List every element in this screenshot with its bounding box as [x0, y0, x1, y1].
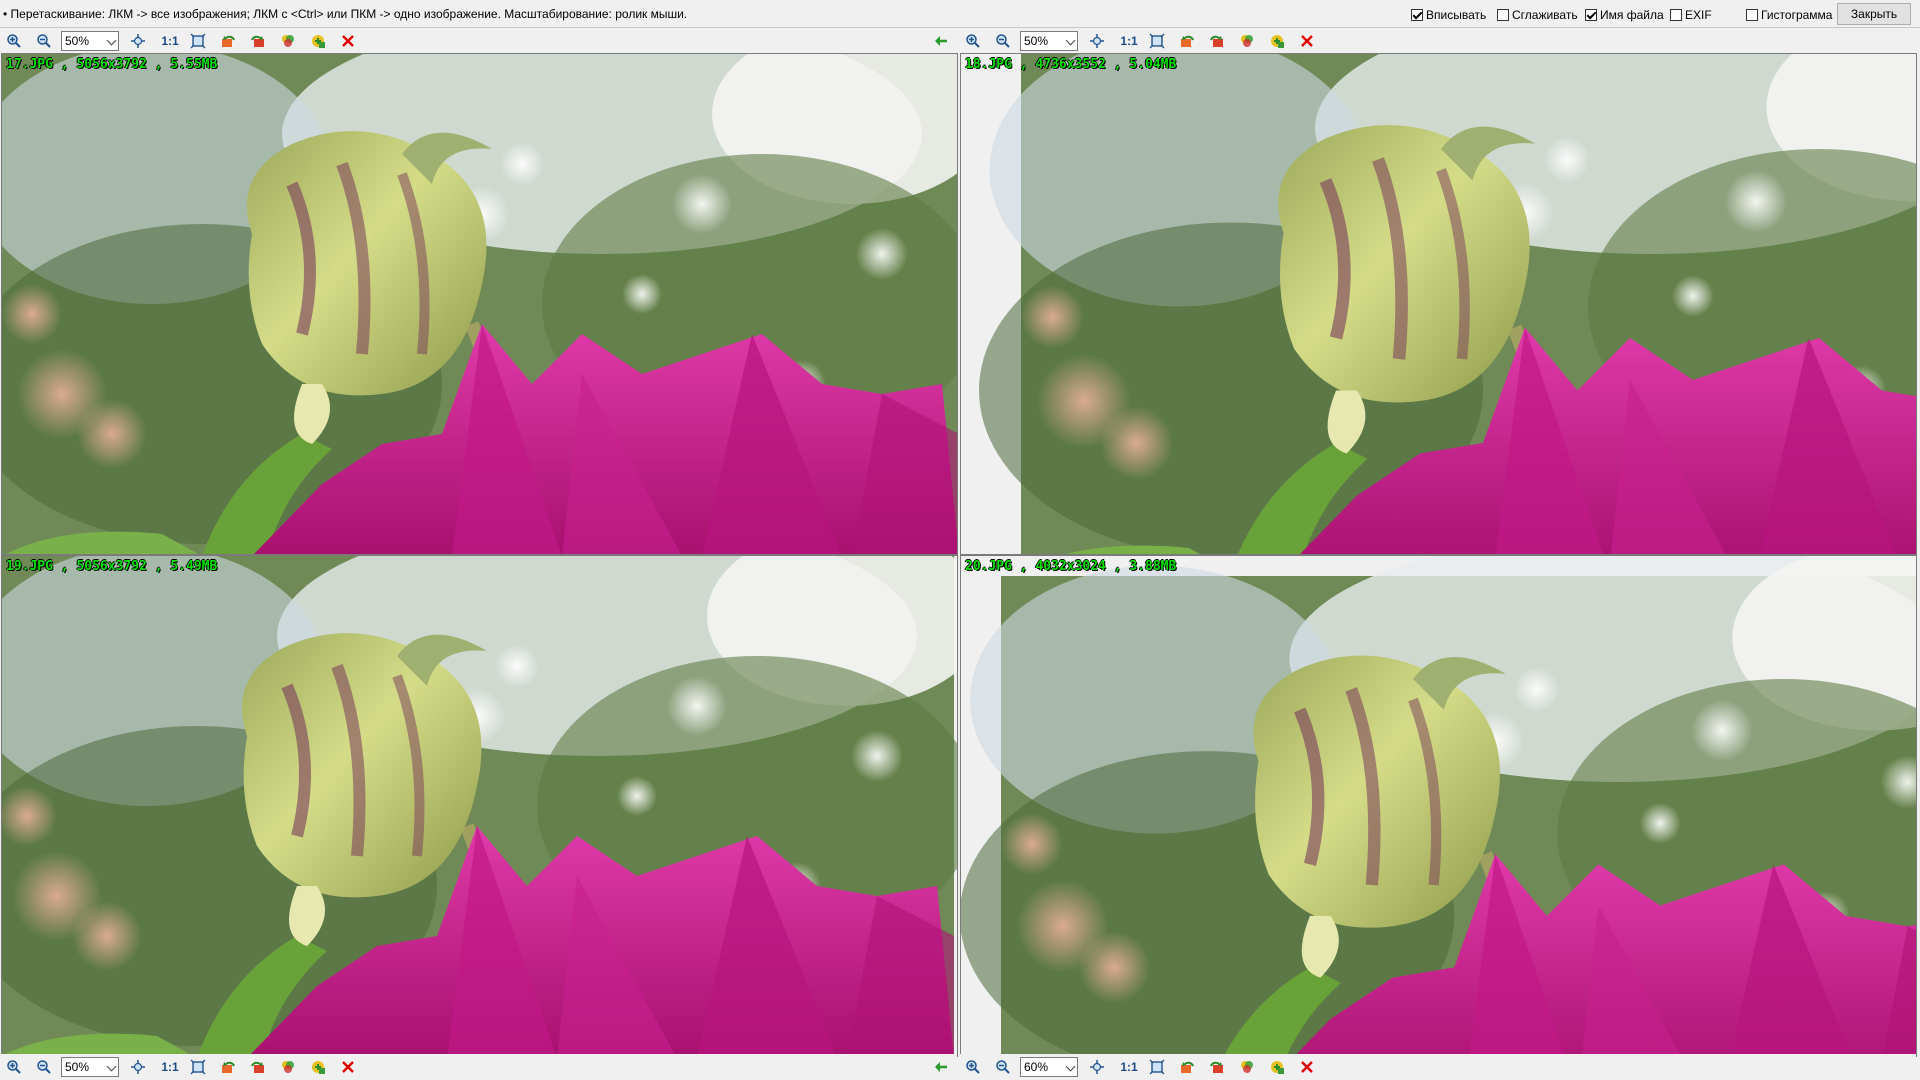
zoom-out-icon[interactable] — [35, 32, 53, 50]
checkbox-histogram[interactable] — [1746, 9, 1758, 21]
rotate-right-icon[interactable] — [249, 32, 267, 50]
checkbox-filename[interactable] — [1585, 9, 1597, 21]
sync-arrow-icon[interactable] — [932, 32, 950, 50]
fit-window-icon[interactable] — [1148, 32, 1166, 50]
chevron-down-icon — [106, 35, 117, 46]
close-button[interactable]: Закрыть — [1837, 3, 1911, 25]
image-pane-1[interactable]: 17.JPG , 5056x3792 , 5.55MB — [1, 53, 958, 555]
option-smooth-label: Сглаживать — [1512, 8, 1578, 22]
filename-label: 17.JPG , 5056x3792 , 5.55MB — [6, 57, 218, 72]
save-icon[interactable] — [309, 1058, 327, 1076]
zoom-value: 50% — [65, 34, 90, 48]
zoom-out-icon[interactable] — [994, 1058, 1012, 1076]
one-to-one-icon[interactable]: 1:1 — [159, 32, 181, 50]
chevron-down-icon — [1065, 35, 1076, 46]
image-pane-3[interactable]: 19.JPG , 5056x3792 , 5.49MB — [1, 555, 958, 1057]
toolbar-top-left: 50% 1:1 — [0, 28, 957, 54]
checkbox-exif[interactable] — [1670, 9, 1682, 21]
fit-window-icon[interactable] — [189, 1058, 207, 1076]
one-to-one-icon[interactable]: 1:1 — [159, 1058, 181, 1076]
chevron-down-icon — [106, 1061, 117, 1072]
hint-text: • Перетаскивание: ЛКМ -> все изображения… — [3, 7, 688, 21]
rotate-right-icon[interactable] — [249, 1058, 267, 1076]
save-icon[interactable] — [1268, 32, 1286, 50]
rotate-left-icon[interactable] — [219, 32, 237, 50]
one-to-one-icon[interactable]: 1:1 — [1118, 1058, 1140, 1076]
fit-window-icon[interactable] — [189, 32, 207, 50]
save-icon[interactable] — [309, 32, 327, 50]
zoom-value: 60% — [1024, 1060, 1049, 1074]
color-icon[interactable] — [1238, 32, 1256, 50]
toolbar-bottom-left: 50% 1:1 — [0, 1054, 957, 1080]
top-bar: • Перетаскивание: ЛКМ -> все изображения… — [0, 0, 1920, 28]
rotate-left-icon[interactable] — [1178, 32, 1196, 50]
chevron-down-icon — [1065, 1061, 1076, 1072]
filename-label: 18.JPG , 4736x3552 , 5.04MB — [965, 57, 1177, 72]
fit-icon[interactable] — [1088, 32, 1106, 50]
toolbar-bottom-right: 60% 1:1 — [959, 1054, 1916, 1080]
zoom-select[interactable]: 50% — [1020, 31, 1078, 51]
rotate-right-icon[interactable] — [1208, 32, 1226, 50]
filename-label: 20.JPG , 4032x3024 , 3.88MB — [965, 559, 1177, 574]
zoom-in-icon[interactable] — [5, 1058, 23, 1076]
zoom-in-icon[interactable] — [964, 32, 982, 50]
zoom-value: 50% — [1024, 34, 1049, 48]
color-icon[interactable] — [1238, 1058, 1256, 1076]
toolbar-top-right: 50% 1:1 — [959, 28, 1916, 54]
photo-dahlia-1 — [2, 54, 958, 555]
checkbox-smooth[interactable] — [1497, 9, 1509, 21]
zoom-select[interactable]: 60% — [1020, 1057, 1078, 1077]
option-filename[interactable]: Имя файла — [1585, 8, 1664, 22]
option-exif[interactable]: EXIF — [1670, 8, 1712, 22]
save-icon[interactable] — [1268, 1058, 1286, 1076]
option-histogram[interactable]: Гистограмма — [1746, 8, 1832, 22]
fit-icon[interactable] — [129, 1058, 147, 1076]
close-icon[interactable] — [1298, 1058, 1316, 1076]
zoom-select[interactable]: 50% — [61, 1057, 119, 1077]
option-smooth[interactable]: Сглаживать — [1497, 8, 1578, 22]
rotate-right-icon[interactable] — [1208, 1058, 1226, 1076]
fit-window-icon[interactable] — [1148, 1058, 1166, 1076]
photo-dahlia-3 — [2, 556, 958, 1057]
color-icon[interactable] — [279, 1058, 297, 1076]
rotate-left-icon[interactable] — [219, 1058, 237, 1076]
close-icon[interactable] — [1298, 32, 1316, 50]
color-icon[interactable] — [279, 32, 297, 50]
option-filename-label: Имя файла — [1600, 8, 1664, 22]
zoom-in-icon[interactable] — [964, 1058, 982, 1076]
option-histogram-label: Гистограмма — [1761, 8, 1833, 22]
rotate-left-icon[interactable] — [1178, 1058, 1196, 1076]
zoom-select[interactable]: 50% — [61, 31, 119, 51]
image-pane-2[interactable]: 18.JPG , 4736x3552 , 5.04MB — [960, 53, 1917, 555]
option-fit-label: Вписывать — [1426, 8, 1487, 22]
zoom-value: 50% — [65, 1060, 90, 1074]
close-icon[interactable] — [339, 32, 357, 50]
close-icon[interactable] — [339, 1058, 357, 1076]
fit-icon[interactable] — [1088, 1058, 1106, 1076]
zoom-out-icon[interactable] — [994, 32, 1012, 50]
one-to-one-icon[interactable]: 1:1 — [1118, 32, 1140, 50]
image-pane-4[interactable]: 20.JPG , 4032x3024 , 3.88MB — [960, 555, 1917, 1057]
option-fit[interactable]: Вписывать — [1411, 8, 1486, 22]
zoom-out-icon[interactable] — [35, 1058, 53, 1076]
checkbox-fit[interactable] — [1411, 9, 1423, 21]
sync-arrow-icon[interactable] — [932, 1058, 950, 1076]
filename-label: 19.JPG , 5056x3792 , 5.49MB — [6, 559, 218, 574]
option-exif-label: EXIF — [1685, 8, 1712, 22]
fit-icon[interactable] — [129, 32, 147, 50]
zoom-in-icon[interactable] — [5, 32, 23, 50]
photo-dahlia-2 — [961, 54, 1917, 555]
photo-dahlia-4 — [961, 556, 1917, 1057]
